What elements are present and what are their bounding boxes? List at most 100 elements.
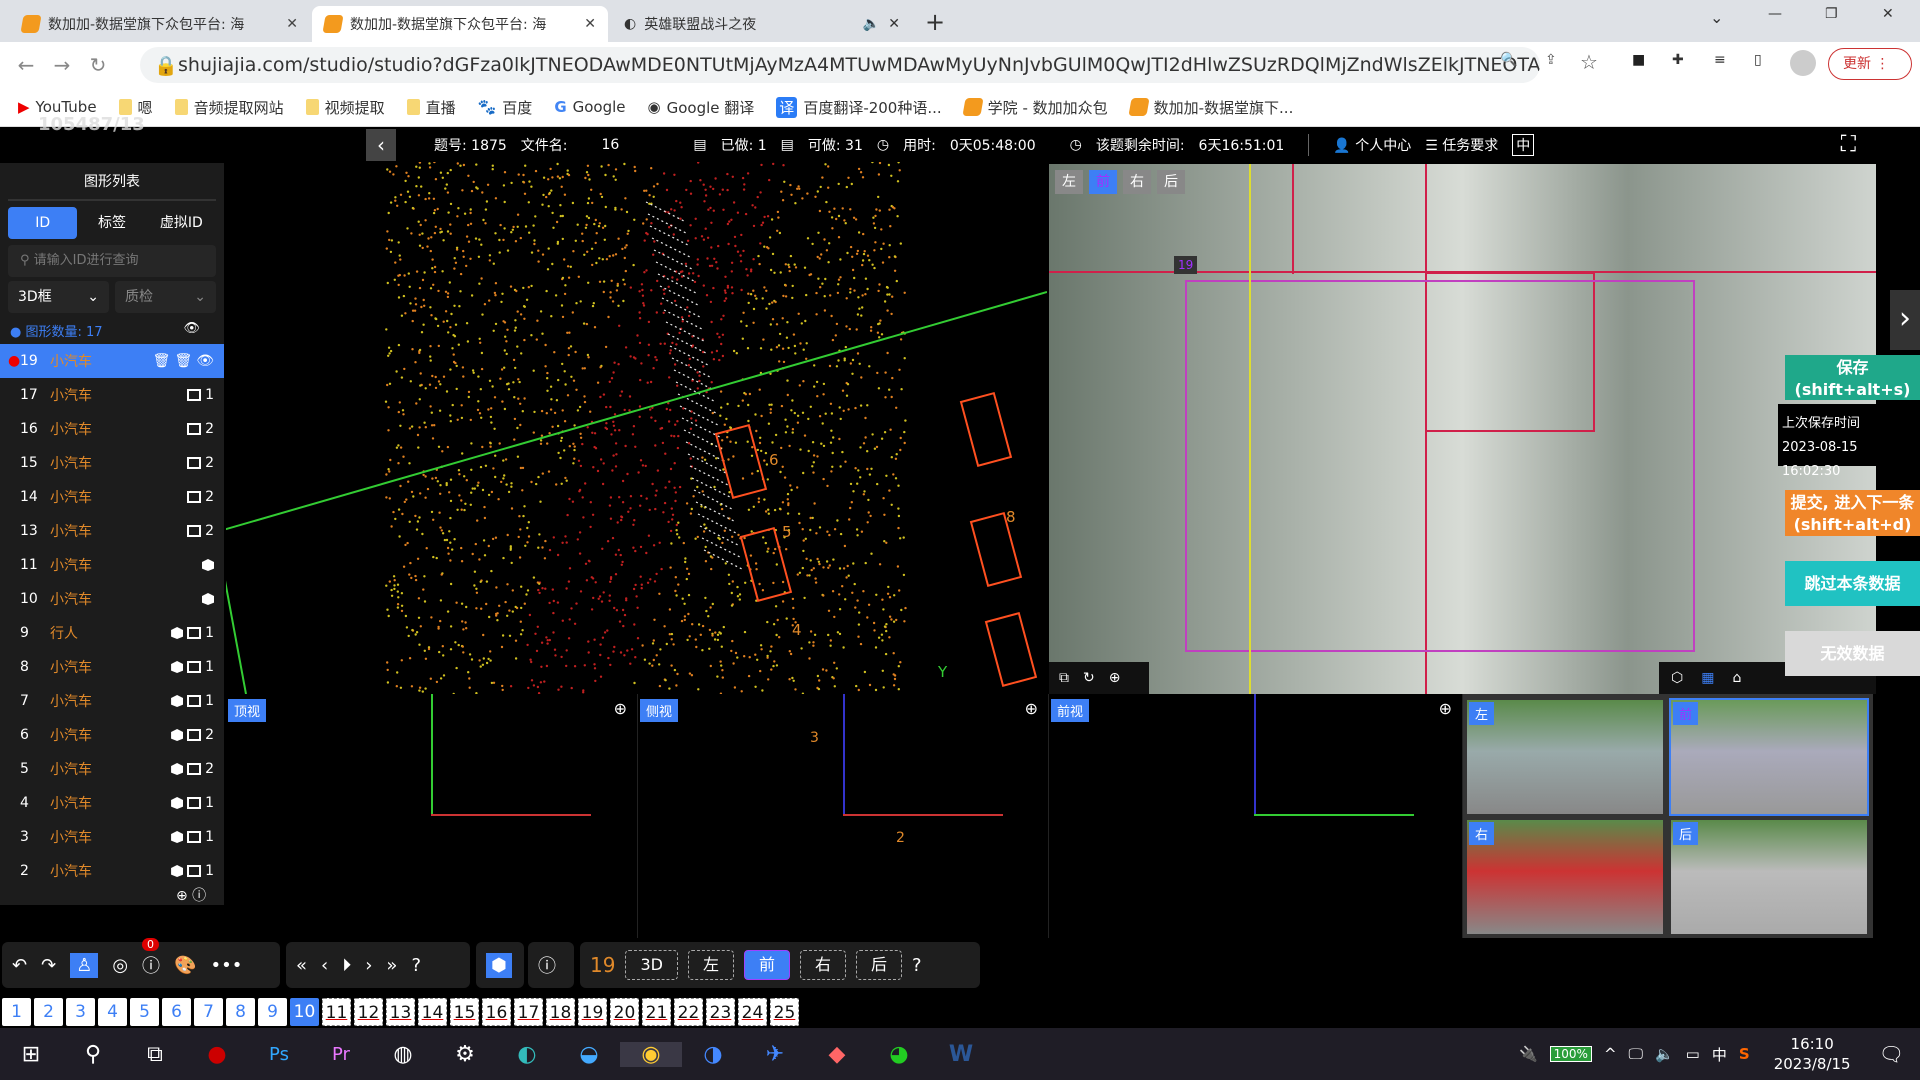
eye-icon[interactable]: 👁 xyxy=(183,321,200,340)
edge-icon[interactable]: ◐ xyxy=(496,1042,558,1067)
more-icon[interactable]: ••• xyxy=(210,955,242,976)
redo-icon[interactable]: ↷ xyxy=(41,955,56,976)
frame-page-button[interactable]: 2 xyxy=(34,998,63,1026)
windows-start-icon[interactable]: ⊞ xyxy=(0,1042,62,1067)
browser-tab[interactable]: ◐ 英雄联盟战斗之夜 🔈 ✕ xyxy=(612,6,912,42)
cube-icon[interactable]: ⬡ xyxy=(1671,670,1683,686)
cam-right-button[interactable]: 右 xyxy=(1123,170,1151,194)
shape-list-item[interactable]: 11 小汽车 xyxy=(0,548,224,582)
zoom-in-icon[interactable]: ⊕ xyxy=(1109,670,1121,686)
tab-label[interactable]: 标签 xyxy=(77,207,146,239)
update-button[interactable]: 更新 ⋮ xyxy=(1828,48,1912,80)
save-button[interactable]: 保存 (shift+alt+s) xyxy=(1785,355,1920,400)
play-icon[interactable]: ⏵ xyxy=(342,955,351,976)
wechat-icon[interactable]: ◕ xyxy=(868,1042,930,1067)
view-back-button[interactable]: 后 xyxy=(856,950,903,980)
chrome-icon[interactable]: ◉ xyxy=(620,1041,682,1067)
undo-icon[interactable]: ↶ xyxy=(12,955,27,976)
zoom-icon[interactable]: ⊕ xyxy=(1025,699,1038,718)
profile-avatar[interactable] xyxy=(1790,50,1816,76)
bookmark-shujiajia[interactable]: 数加加-数据堂旗下... xyxy=(1128,97,1293,118)
clock[interactable]: 16:10 2023/8/15 xyxy=(1774,1034,1851,1074)
next-panel-arrow[interactable]: › xyxy=(1890,290,1920,350)
app-icon[interactable]: ◍ xyxy=(372,1042,434,1067)
ime-indicator[interactable]: 中 xyxy=(1712,1044,1727,1065)
copy-icon[interactable]: ⧉ xyxy=(1059,670,1069,686)
point-cloud-canvas[interactable]: 6 5 4 8 Y xyxy=(226,162,1047,694)
settings-icon[interactable]: ⚙ xyxy=(434,1042,496,1067)
shape-list-item[interactable]: 3 小汽车 1 xyxy=(0,820,224,854)
frame-page-button[interactable]: 7 xyxy=(194,998,223,1026)
add-info-icons[interactable]: ⊕ ⓘ xyxy=(176,885,206,905)
id-search-input[interactable]: ⚲ 请输入ID进行查询 xyxy=(8,245,216,277)
extension-icon[interactable]: ■ xyxy=(1632,52,1645,68)
new-tab-icon[interactable]: + xyxy=(925,8,945,36)
frame-page-button[interactable]: 8 xyxy=(226,998,255,1026)
bookmark-folder[interactable]: 音频提取网站 xyxy=(174,97,284,118)
info-icon[interactable]: ⓘ xyxy=(538,952,556,978)
star-icon[interactable]: ☆ xyxy=(1580,50,1598,74)
frame-page-button[interactable]: 4 xyxy=(98,998,127,1026)
frame-page-button[interactable]: 20 xyxy=(610,998,639,1026)
skip-button[interactable]: 跳过本条数据 xyxy=(1785,561,1920,606)
frame-page-button[interactable]: 17 xyxy=(514,998,543,1026)
frame-page-button[interactable]: 1 xyxy=(2,998,31,1026)
frame-page-button[interactable]: 14 xyxy=(418,998,447,1026)
delete-icon[interactable]: 🗑 xyxy=(153,353,171,369)
top-view[interactable]: 顶视 ⊕ xyxy=(226,694,638,938)
frame-page-button[interactable]: 10 xyxy=(290,998,319,1026)
view-3d-button[interactable]: 3D xyxy=(625,950,678,980)
shape-list-item[interactable]: 17 小汽车 1 xyxy=(0,378,224,412)
minimize-icon[interactable]: — xyxy=(1768,6,1782,22)
cam-left-button[interactable]: 左 xyxy=(1055,170,1083,194)
last-frame-icon[interactable]: » xyxy=(386,955,397,976)
shape-list-item[interactable]: 14 小汽车 2 xyxy=(0,480,224,514)
help-icon[interactable]: ? xyxy=(912,955,922,976)
frame-page-button[interactable]: 13 xyxy=(386,998,415,1026)
app-icon[interactable]: ◆ xyxy=(806,1042,868,1067)
view-front-button[interactable]: 前 xyxy=(743,950,790,980)
app-icon[interactable]: ● xyxy=(186,1042,248,1067)
invalid-data-button[interactable]: 无效数据 xyxy=(1785,631,1920,676)
frame-page-button[interactable]: 12 xyxy=(354,998,383,1026)
close-tab-icon[interactable]: ✕ xyxy=(584,16,596,32)
sogou-icon[interactable]: S xyxy=(1739,1045,1750,1063)
view-left-button[interactable]: 左 xyxy=(687,950,734,980)
bookmark-baidu-translate[interactable]: 译百度翻译-200种语... xyxy=(776,96,942,118)
side-panel-icon[interactable]: ▯ xyxy=(1754,52,1762,68)
front-view[interactable]: 前视 ⊕ xyxy=(1049,694,1463,938)
zoom-icon[interactable]: 🔍 xyxy=(1500,52,1517,68)
bounding-box-19[interactable] xyxy=(1185,280,1695,652)
frame-page-button[interactable]: 11 xyxy=(322,998,351,1026)
submit-next-button[interactable]: 提交, 进入下一条 (shift+alt+d) xyxy=(1785,490,1920,536)
task-view-icon[interactable]: ⧉ xyxy=(124,1042,186,1067)
thumb-right[interactable]: 右 xyxy=(1465,818,1665,936)
battery-icon[interactable]: ▭ xyxy=(1686,1045,1700,1063)
person-tool-icon[interactable]: ♙ xyxy=(70,952,99,978)
delete-all-icon[interactable]: 🗑 xyxy=(174,353,192,369)
point-cloud-3d-view[interactable]: 6 5 4 8 Y xyxy=(226,162,1047,694)
shape-list-item[interactable]: 15 小汽车 2 xyxy=(0,446,224,480)
browser-tab[interactable]: 数加加-数据堂旗下众包平台: 海 ✕ xyxy=(10,6,310,42)
premiere-icon[interactable]: Pr xyxy=(310,1044,372,1065)
eye-icon[interactable]: 👁 xyxy=(196,353,214,369)
notification-icon[interactable]: 🗨 xyxy=(1879,1042,1904,1066)
maximize-icon[interactable]: ❐ xyxy=(1825,6,1838,22)
shape-list-item[interactable]: 2 小汽车 1 xyxy=(0,854,224,888)
close-window-icon[interactable]: ✕ xyxy=(1882,6,1894,22)
shape-type-select[interactable]: 3D框 ⌄ xyxy=(8,281,109,313)
frame-page-button[interactable]: 16 xyxy=(482,998,511,1026)
word-icon[interactable]: W xyxy=(930,1042,992,1067)
rotate-icon[interactable]: ↻ xyxy=(1083,670,1095,686)
share-icon[interactable]: ⇪ xyxy=(1545,52,1557,68)
zoom-icon[interactable]: ⊕ xyxy=(1439,699,1452,718)
cube-icon[interactable]: ⬢ xyxy=(486,952,512,978)
target-icon[interactable]: ◎ xyxy=(112,955,128,976)
tab-list-icon[interactable]: ⌄ xyxy=(1710,8,1723,27)
palette-icon[interactable]: 🎨 xyxy=(174,955,196,976)
frame-page-button[interactable]: 19 xyxy=(578,998,607,1026)
help-icon[interactable]: ? xyxy=(411,955,421,976)
warning-icon[interactable]: ⓘ 0 xyxy=(142,938,160,978)
fullscreen-icon[interactable]: ⛶ xyxy=(1841,132,1856,157)
volume-icon[interactable]: 🔈 xyxy=(1655,1045,1674,1063)
